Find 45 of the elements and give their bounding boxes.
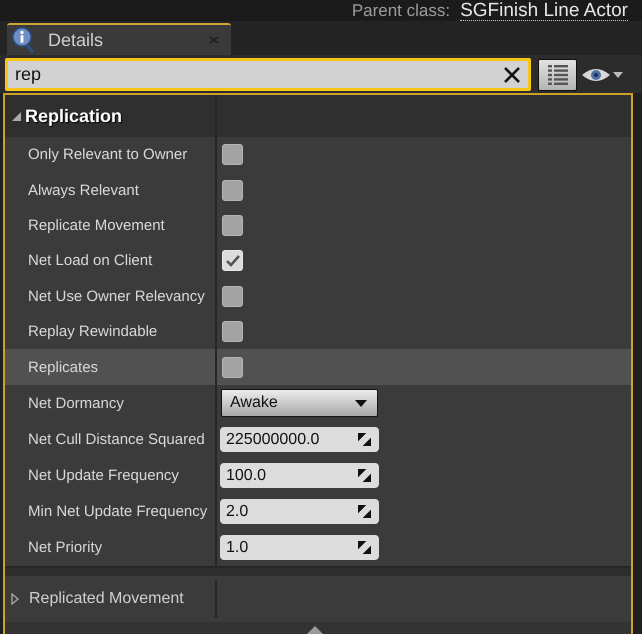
category-header[interactable]: Replication [5,95,631,137]
number-field[interactable]: 100.0 [220,463,379,488]
property-label: Net Use Owner Relevancy [28,288,205,305]
property-label: Replay Rewindable [28,323,158,340]
triangle-icon[interactable] [11,592,19,605]
checkmark-icon [226,254,240,267]
property-label: Replicated Movement [29,590,184,608]
dropdown[interactable]: Awake [221,389,378,418]
diagonal-arrows-icon [358,505,371,518]
parent-class-label: Parent class: [352,0,450,20]
diagonal-arrows-icon [358,469,371,482]
tab[interactable]: Details [7,23,231,55]
checkbox[interactable] [222,356,243,378]
number-field[interactable]: 2.0 [220,499,379,524]
checkbox[interactable] [222,180,243,201]
property-label: Replicates [28,358,98,376]
property-label: Always Relevant [28,182,139,199]
diagonal-arrows-icon [358,541,371,554]
checkbox[interactable] [222,286,243,307]
category-title: Replication [25,106,122,126]
triangle-icon[interactable] [11,111,21,121]
property-label: Net Dormancy [28,394,124,412]
search-field[interactable]: rep [5,58,531,91]
checkbox[interactable] [222,214,243,236]
list-icon [548,64,568,84]
number-field[interactable]: 225000000.0 [220,427,379,452]
property-label: Net Load on Client [28,252,152,270]
up-triangle-icon[interactable] [307,625,323,634]
property-label: Min Net Update Frequency [28,503,208,520]
property-label: Net Priority [28,539,102,556]
view-options-button[interactable] [538,58,577,90]
caret-icon [355,400,367,407]
diagonal-arrows-icon [358,433,371,446]
visibility-menu-button[interactable] [582,66,623,82]
property-label: Only Relevant to Owner [28,146,188,164]
info-magnifier-icon [12,27,36,53]
eye-icon [582,66,610,82]
number-field[interactable]: 1.0 [220,535,379,560]
property-label: Net Cull Distance Squared [28,431,205,448]
checkbox[interactable] [222,321,243,342]
caret-icon [613,72,623,78]
property-label: Replicate Movement [28,216,165,234]
property-label: Net Update Frequency [28,467,179,484]
clear-icon[interactable] [503,66,521,84]
checkbox[interactable] [222,144,243,166]
